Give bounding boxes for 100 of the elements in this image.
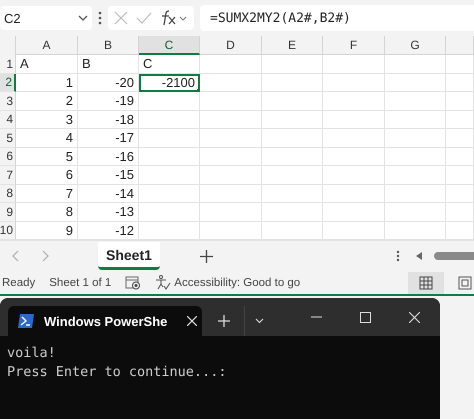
- table-cell[interactable]: [446, 74, 474, 92]
- more-icon[interactable]: [396, 250, 400, 262]
- chevron-right-icon[interactable]: [42, 250, 48, 262]
- table-cell[interactable]: [139, 148, 200, 166]
- table-cell[interactable]: C: [139, 55, 200, 74]
- table-cell[interactable]: [200, 203, 262, 222]
- table-cell[interactable]: [200, 184, 262, 203]
- cancel-icon[interactable]: [114, 11, 128, 25]
- table-cell[interactable]: [200, 74, 262, 92]
- table-cell[interactable]: [323, 110, 385, 129]
- table-cell[interactable]: [446, 129, 474, 148]
- table-cell[interactable]: [385, 166, 446, 184]
- close-icon[interactable]: [409, 312, 420, 322]
- table-cell[interactable]: [385, 92, 446, 110]
- formula-field[interactable]: =SUMX2MY2(A2#,B2#): [200, 5, 474, 31]
- minimize-icon[interactable]: [311, 316, 322, 318]
- column-header[interactable]: C: [139, 36, 200, 55]
- table-cell[interactable]: [446, 184, 474, 203]
- table-cell[interactable]: 3: [16, 110, 78, 129]
- page-layout-icon[interactable]: [458, 276, 472, 290]
- table-cell[interactable]: [262, 129, 323, 148]
- dropdown-icon[interactable]: [255, 318, 264, 324]
- table-cell[interactable]: [200, 55, 262, 74]
- table-cell[interactable]: [139, 110, 200, 129]
- add-sheet-icon[interactable]: [200, 250, 213, 262]
- accessibility-status[interactable]: Accessibility: Good to go: [174, 276, 300, 288]
- row-header[interactable]: 2: [0, 74, 16, 92]
- table-cell[interactable]: 8: [16, 203, 78, 222]
- table-cell[interactable]: 5: [16, 148, 78, 166]
- table-cell[interactable]: [200, 222, 262, 240]
- table-cell[interactable]: [323, 203, 385, 222]
- table-cell[interactable]: -20: [78, 74, 139, 92]
- table-cell[interactable]: [446, 222, 474, 240]
- table-cell[interactable]: [262, 166, 323, 184]
- scrollbar-thumb[interactable]: [434, 252, 474, 260]
- table-cell[interactable]: [323, 129, 385, 148]
- table-cell[interactable]: [446, 203, 474, 222]
- table-cell[interactable]: [385, 110, 446, 129]
- new-tab-icon[interactable]: [218, 315, 230, 327]
- table-cell[interactable]: [323, 92, 385, 110]
- table-cell[interactable]: [385, 184, 446, 203]
- table-cell[interactable]: [262, 184, 323, 203]
- table-cell[interactable]: [262, 74, 323, 92]
- table-cell[interactable]: [385, 129, 446, 148]
- table-cell[interactable]: [139, 184, 200, 203]
- table-cell[interactable]: [385, 55, 446, 74]
- table-cell[interactable]: [446, 55, 474, 74]
- table-cell[interactable]: 4: [16, 129, 78, 148]
- table-cell[interactable]: [323, 184, 385, 203]
- maximize-icon[interactable]: [360, 312, 371, 322]
- more-icon[interactable]: [98, 11, 102, 25]
- table-cell[interactable]: -12: [78, 222, 139, 240]
- table-cell[interactable]: [446, 166, 474, 184]
- table-cell[interactable]: -17: [78, 129, 139, 148]
- table-cell[interactable]: [323, 74, 385, 92]
- table-cell[interactable]: [200, 166, 262, 184]
- sheet-tab[interactable]: Sheet1: [98, 242, 160, 270]
- table-cell[interactable]: -16: [78, 148, 139, 166]
- table-cell[interactable]: 1: [16, 74, 78, 92]
- table-cell[interactable]: [323, 148, 385, 166]
- table-cell[interactable]: [139, 203, 200, 222]
- table-cell[interactable]: [262, 222, 323, 240]
- check-icon[interactable]: [136, 12, 152, 24]
- table-cell[interactable]: [139, 222, 200, 240]
- table-cell[interactable]: [262, 92, 323, 110]
- table-cell[interactable]: -19: [78, 92, 139, 110]
- table-cell[interactable]: [262, 55, 323, 74]
- table-cell[interactable]: [200, 148, 262, 166]
- close-icon[interactable]: [187, 316, 198, 326]
- terminal-tab[interactable]: Windows PowerShe: [8, 306, 202, 336]
- table-cell[interactable]: -18: [78, 110, 139, 129]
- table-cell[interactable]: -14: [78, 184, 139, 203]
- table-cell[interactable]: 9: [16, 222, 78, 240]
- table-cell[interactable]: [446, 110, 474, 129]
- table-cell[interactable]: [139, 92, 200, 110]
- table-cell[interactable]: [385, 148, 446, 166]
- table-cell[interactable]: 6: [16, 166, 78, 184]
- table-cell[interactable]: [323, 55, 385, 74]
- table-cell[interactable]: A: [16, 55, 78, 74]
- table-cell[interactable]: [200, 110, 262, 129]
- name-box[interactable]: C2: [0, 6, 92, 30]
- table-cell[interactable]: -15: [78, 166, 139, 184]
- table-cell[interactable]: [200, 129, 262, 148]
- table-cell[interactable]: -2100: [139, 74, 200, 92]
- scroll-left-icon[interactable]: [416, 252, 422, 260]
- table-cell[interactable]: B: [78, 55, 139, 74]
- table-cell[interactable]: -13: [78, 203, 139, 222]
- caret-icon[interactable]: [78, 15, 88, 21]
- table-cell[interactable]: [262, 148, 323, 166]
- table-cell[interactable]: [446, 148, 474, 166]
- table-cell[interactable]: [262, 203, 323, 222]
- table-cell[interactable]: [200, 92, 262, 110]
- table-cell[interactable]: [446, 92, 474, 110]
- macro-recorder-icon[interactable]: [125, 276, 142, 290]
- function-icon[interactable]: [160, 10, 188, 26]
- normal-view-button[interactable]: [408, 272, 444, 294]
- table-cell[interactable]: [385, 222, 446, 240]
- table-cell[interactable]: [385, 203, 446, 222]
- table-cell[interactable]: 2: [16, 92, 78, 110]
- table-cell[interactable]: [139, 129, 200, 148]
